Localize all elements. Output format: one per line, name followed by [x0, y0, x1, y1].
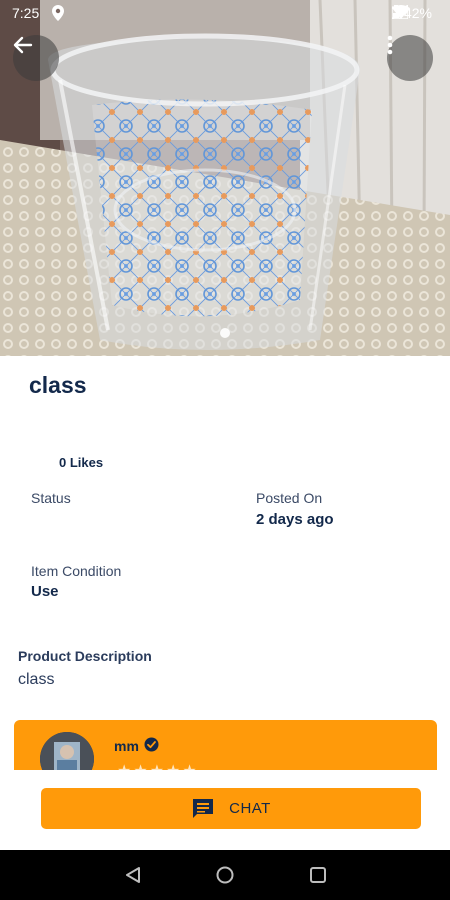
- more-options-button[interactable]: [387, 35, 433, 81]
- image-page-indicator: [220, 328, 230, 338]
- more-vertical-icon: [387, 35, 393, 55]
- back-triangle-icon[interactable]: [124, 866, 142, 884]
- item-condition-label: Item Condition: [31, 563, 122, 579]
- system-nav-bar: [0, 850, 450, 900]
- chat-button-label: CHAT: [229, 800, 271, 817]
- posted-on-value: 2 days ago: [256, 511, 334, 528]
- back-button[interactable]: [13, 35, 59, 81]
- likes-count[interactable]: 0 Likes: [59, 455, 103, 470]
- status-bar: 7:25 42%: [0, 0, 450, 28]
- verified-badge-icon: [144, 737, 159, 757]
- posted-on-label: Posted On: [256, 490, 323, 506]
- seller-name[interactable]: mm: [114, 738, 139, 754]
- status-time: 7:25: [12, 5, 40, 21]
- description-heading: Product Description: [18, 648, 152, 664]
- item-condition-value: Use: [31, 583, 59, 600]
- description-text: class: [18, 671, 55, 688]
- arrow-left-icon: [13, 36, 33, 54]
- recents-square-icon[interactable]: [309, 866, 327, 884]
- product-photo-drawing: [0, 0, 450, 356]
- home-circle-icon[interactable]: [216, 866, 234, 884]
- product-title: class: [29, 372, 87, 398]
- product-photo[interactable]: 7:25 42%: [0, 0, 450, 356]
- status-label: Status: [31, 490, 71, 506]
- chat-button[interactable]: CHAT: [41, 788, 421, 829]
- chat-bubble-icon: [193, 798, 214, 818]
